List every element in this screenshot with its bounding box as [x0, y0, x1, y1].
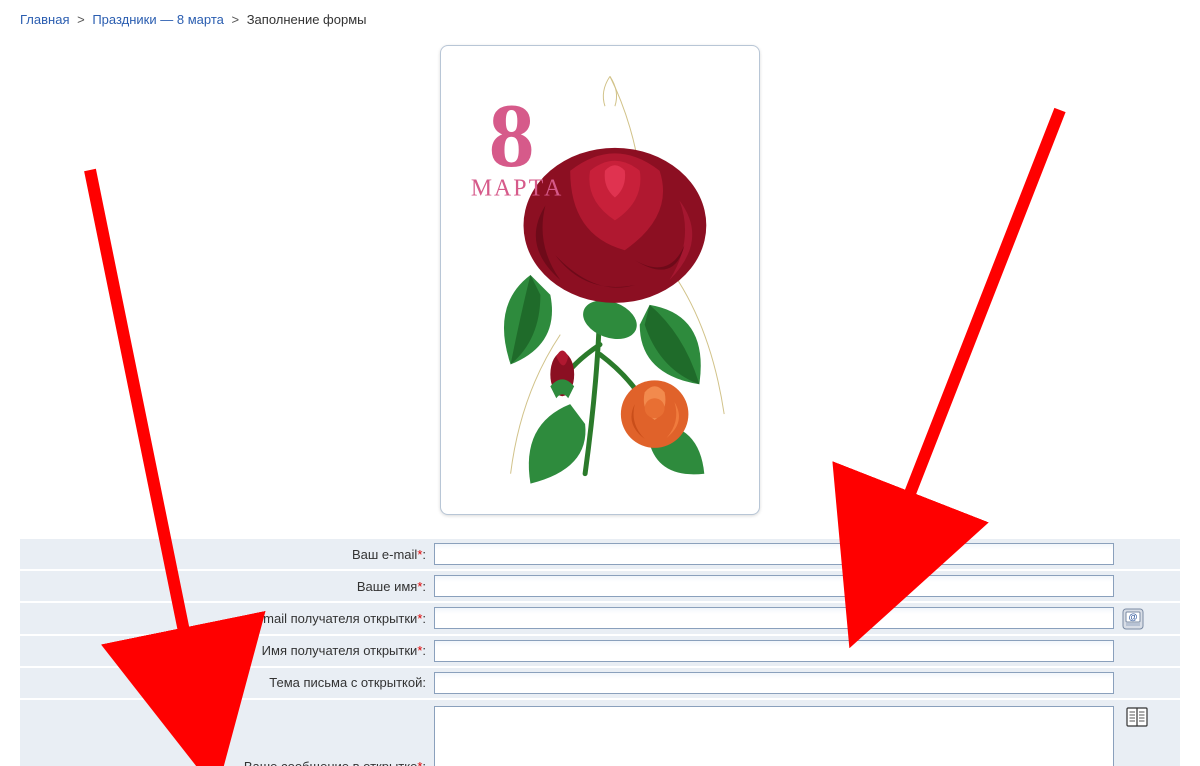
- row-recipient-email: E-mail получателя открытки*: @: [20, 602, 1180, 635]
- breadcrumb-sep: >: [73, 12, 89, 27]
- breadcrumb-category-link[interactable]: Праздники — 8 марта: [92, 12, 224, 27]
- page-root: Главная > Праздники — 8 марта > Заполнен…: [0, 0, 1200, 766]
- your-email-field[interactable]: [434, 543, 1114, 565]
- notebook-icon[interactable]: [1126, 706, 1148, 728]
- address-book-icon[interactable]: @: [1122, 608, 1144, 630]
- colon: :: [422, 643, 426, 658]
- svg-text:МАРТА: МАРТА: [471, 176, 563, 202]
- label-recipient-email: E-mail получателя открытки: [250, 611, 417, 626]
- colon: :: [422, 547, 426, 562]
- label-your-email: Ваш e-mail: [352, 547, 417, 562]
- row-message: Ваше сообщение в открытке*:: [20, 699, 1180, 766]
- colon: :: [422, 759, 426, 766]
- postcard-image: 8 МАРТА: [451, 56, 749, 504]
- colon: :: [422, 611, 426, 626]
- subject-field[interactable]: [434, 672, 1114, 694]
- label-your-name: Ваше имя: [357, 579, 417, 594]
- label-subject: Тема письма с открыткой: [269, 675, 422, 690]
- breadcrumb-current: Заполнение формы: [247, 12, 367, 27]
- postcard-frame: 8 МАРТА: [440, 45, 760, 515]
- your-name-field[interactable]: [434, 575, 1114, 597]
- svg-text:8: 8: [489, 85, 535, 186]
- recipient-email-field[interactable]: [434, 607, 1114, 629]
- recipient-name-field[interactable]: [434, 640, 1114, 662]
- row-your-name: Ваше имя*:: [20, 570, 1180, 602]
- breadcrumb: Главная > Праздники — 8 марта > Заполнен…: [0, 0, 1200, 35]
- message-field[interactable]: [434, 706, 1114, 766]
- colon: :: [422, 579, 426, 594]
- svg-text:@: @: [1128, 612, 1137, 622]
- form-table: Ваш e-mail*: Ваше имя*: E-mail получател…: [20, 537, 1180, 766]
- breadcrumb-home-link[interactable]: Главная: [20, 12, 69, 27]
- row-recipient-name: Имя получателя открытки*:: [20, 635, 1180, 667]
- row-your-email: Ваш e-mail*:: [20, 538, 1180, 570]
- label-message: Ваше сообщение в открытке: [244, 759, 417, 766]
- label-recipient-name: Имя получателя открытки: [262, 643, 418, 658]
- row-subject: Тема письма с открыткой:: [20, 667, 1180, 699]
- postcard-container: 8 МАРТА: [0, 45, 1200, 515]
- breadcrumb-sep: >: [227, 12, 243, 27]
- colon: :: [422, 675, 426, 690]
